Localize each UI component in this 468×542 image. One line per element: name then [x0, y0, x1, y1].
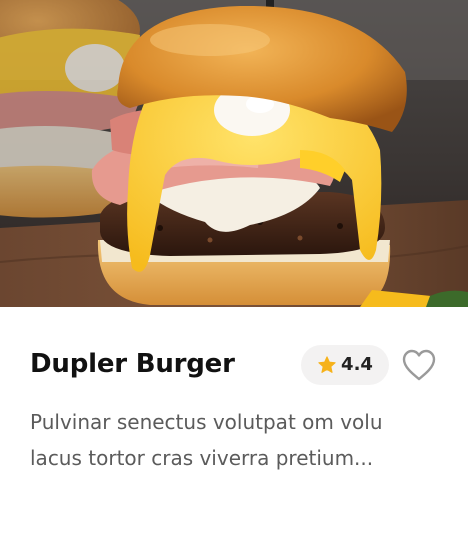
- product-image: [0, 0, 468, 307]
- product-card[interactable]: Dupler Burger 4.4 Pulvinar senectus volu…: [0, 0, 468, 542]
- rating-badge: 4.4: [301, 345, 389, 385]
- description-line: lacus tortor cras viverra pretium...: [30, 446, 374, 470]
- rating-value: 4.4: [341, 354, 373, 375]
- description-line: Pulvinar senectus volutpat om volu: [30, 410, 383, 434]
- heart-outline-icon: [402, 349, 436, 381]
- product-title: Dupler Burger: [30, 349, 235, 379]
- favorite-button[interactable]: [401, 348, 437, 382]
- star-icon: [318, 356, 336, 373]
- product-description: Pulvinar senectus volutpat om volu lacus…: [30, 404, 440, 476]
